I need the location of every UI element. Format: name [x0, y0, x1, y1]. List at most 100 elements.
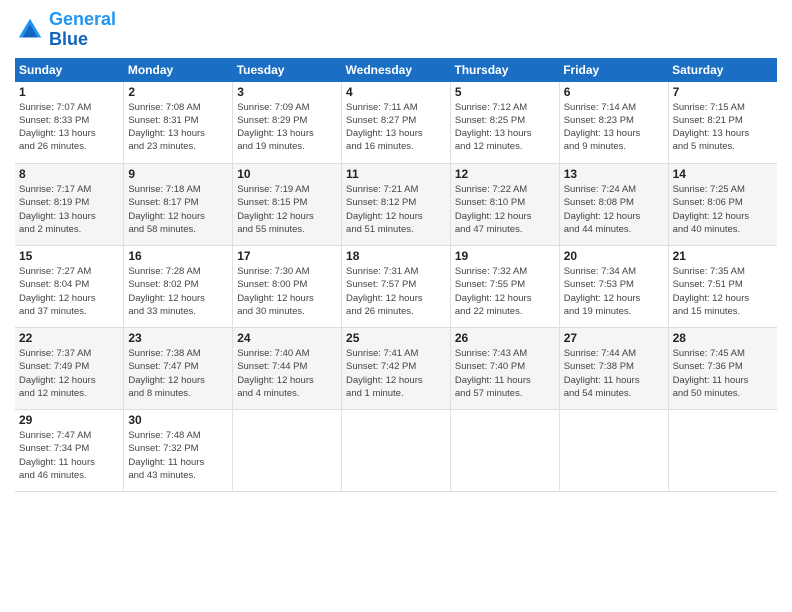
day-info: Sunrise: 7:25 AM Sunset: 8:06 PM Dayligh…	[673, 183, 773, 236]
day-cell: 13 Sunrise: 7:24 AM Sunset: 8:08 PM Dayli…	[559, 164, 668, 246]
day-number: 13	[564, 167, 664, 181]
day-cell: 3Sunrise: 7:09 AM Sunset: 8:29 PM Daylig…	[233, 82, 342, 164]
day-number: 27	[564, 331, 664, 345]
calendar-table: SundayMondayTuesdayWednesdayThursdayFrid…	[15, 58, 777, 493]
page-header: General Blue	[15, 10, 777, 50]
day-cell: 27 Sunrise: 7:44 AM Sunset: 7:38 PM Dayli…	[559, 328, 668, 410]
day-info: Sunrise: 7:35 AM Sunset: 7:51 PM Dayligh…	[673, 265, 773, 318]
day-info: Sunrise: 7:30 AM Sunset: 8:00 PM Dayligh…	[237, 265, 337, 318]
day-cell: 18 Sunrise: 7:31 AM Sunset: 7:57 PM Dayli…	[342, 246, 451, 328]
day-cell: 24 Sunrise: 7:40 AM Sunset: 7:44 PM Dayli…	[233, 328, 342, 410]
week-row-1: 1 Sunrise: 7:07 AM Sunset: 8:33 PM Daylig…	[15, 82, 777, 164]
day-cell	[559, 410, 668, 492]
day-number: 22	[19, 331, 119, 345]
day-info: Sunrise: 7:21 AM Sunset: 8:12 PM Dayligh…	[346, 183, 446, 236]
day-number: 17	[237, 249, 337, 263]
weekday-header-row: SundayMondayTuesdayWednesdayThursdayFrid…	[15, 58, 777, 82]
day-number: 18	[346, 249, 446, 263]
day-number: 24	[237, 331, 337, 345]
day-info: Sunrise: 7:43 AM Sunset: 7:40 PM Dayligh…	[455, 347, 555, 400]
day-info: Sunrise: 7:28 AM Sunset: 8:02 PM Dayligh…	[128, 265, 228, 318]
day-cell	[668, 410, 777, 492]
day-info: Sunrise: 7:07 AM Sunset: 8:33 PM Dayligh…	[19, 101, 119, 154]
day-number: 12	[455, 167, 555, 181]
day-info: Sunrise: 7:22 AM Sunset: 8:10 PM Dayligh…	[455, 183, 555, 236]
day-number: 8	[19, 167, 119, 181]
week-row-2: 8Sunrise: 7:17 AM Sunset: 8:19 PM Daylig…	[15, 164, 777, 246]
day-info: Sunrise: 7:18 AM Sunset: 8:17 PM Dayligh…	[128, 183, 228, 236]
day-cell: 5Sunrise: 7:12 AM Sunset: 8:25 PM Daylig…	[450, 82, 559, 164]
day-number: 9	[128, 167, 228, 181]
day-info: Sunrise: 7:41 AM Sunset: 7:42 PM Dayligh…	[346, 347, 446, 400]
day-info: Sunrise: 7:32 AM Sunset: 7:55 PM Dayligh…	[455, 265, 555, 318]
day-number: 14	[673, 167, 773, 181]
day-number: 15	[19, 249, 119, 263]
day-number: 2	[128, 85, 228, 99]
day-cell	[233, 410, 342, 492]
day-cell: 17 Sunrise: 7:30 AM Sunset: 8:00 PM Dayli…	[233, 246, 342, 328]
day-info: Sunrise: 7:45 AM Sunset: 7:36 PM Dayligh…	[673, 347, 773, 400]
day-number: 21	[673, 249, 773, 263]
day-number: 26	[455, 331, 555, 345]
day-cell: 10 Sunrise: 7:19 AM Sunset: 8:15 PM Dayli…	[233, 164, 342, 246]
day-cell: 22 Sunrise: 7:37 AM Sunset: 7:49 PM Dayli…	[15, 328, 124, 410]
day-cell: 12 Sunrise: 7:22 AM Sunset: 8:10 PM Dayli…	[450, 164, 559, 246]
page-container: General Blue SundayMondayTuesdayWednesda…	[0, 0, 792, 502]
day-cell: 14 Sunrise: 7:25 AM Sunset: 8:06 PM Dayli…	[668, 164, 777, 246]
day-info: Sunrise: 7:34 AM Sunset: 7:53 PM Dayligh…	[564, 265, 664, 318]
day-number: 10	[237, 167, 337, 181]
logo-icon	[15, 15, 45, 45]
day-info: Sunrise: 7:37 AM Sunset: 7:49 PM Dayligh…	[19, 347, 119, 400]
logo: General Blue	[15, 10, 116, 50]
day-cell: 30 Sunrise: 7:48 AM Sunset: 7:32 PM Dayli…	[124, 410, 233, 492]
day-number: 25	[346, 331, 446, 345]
day-info: Sunrise: 7:11 AM Sunset: 8:27 PM Dayligh…	[346, 101, 446, 154]
week-row-3: 15 Sunrise: 7:27 AM Sunset: 8:04 PM Dayli…	[15, 246, 777, 328]
day-cell: 4 Sunrise: 7:11 AM Sunset: 8:27 PM Daylig…	[342, 82, 451, 164]
day-info: Sunrise: 7:14 AM Sunset: 8:23 PM Dayligh…	[564, 101, 664, 154]
day-number: 30	[128, 413, 228, 427]
day-number: 28	[673, 331, 773, 345]
weekday-header-saturday: Saturday	[668, 58, 777, 82]
day-info: Sunrise: 7:44 AM Sunset: 7:38 PM Dayligh…	[564, 347, 664, 400]
week-row-4: 22 Sunrise: 7:37 AM Sunset: 7:49 PM Dayli…	[15, 328, 777, 410]
day-cell: 7Sunrise: 7:15 AM Sunset: 8:21 PM Daylig…	[668, 82, 777, 164]
logo-text: General Blue	[49, 10, 116, 50]
day-info: Sunrise: 7:24 AM Sunset: 8:08 PM Dayligh…	[564, 183, 664, 236]
day-cell: 2Sunrise: 7:08 AM Sunset: 8:31 PM Daylig…	[124, 82, 233, 164]
day-info: Sunrise: 7:47 AM Sunset: 7:34 PM Dayligh…	[19, 429, 119, 482]
day-number: 4	[346, 85, 446, 99]
day-cell: 11Sunrise: 7:21 AM Sunset: 8:12 PM Dayli…	[342, 164, 451, 246]
day-cell: 28 Sunrise: 7:45 AM Sunset: 7:36 PM Dayli…	[668, 328, 777, 410]
day-info: Sunrise: 7:15 AM Sunset: 8:21 PM Dayligh…	[673, 101, 773, 154]
day-number: 5	[455, 85, 555, 99]
day-cell: 29 Sunrise: 7:47 AM Sunset: 7:34 PM Dayli…	[15, 410, 124, 492]
day-info: Sunrise: 7:27 AM Sunset: 8:04 PM Dayligh…	[19, 265, 119, 318]
day-info: Sunrise: 7:09 AM Sunset: 8:29 PM Dayligh…	[237, 101, 337, 154]
day-number: 29	[19, 413, 119, 427]
day-cell: 19 Sunrise: 7:32 AM Sunset: 7:55 PM Dayli…	[450, 246, 559, 328]
day-number: 19	[455, 249, 555, 263]
day-number: 6	[564, 85, 664, 99]
day-number: 16	[128, 249, 228, 263]
weekday-header-monday: Monday	[124, 58, 233, 82]
day-cell: 23Sunrise: 7:38 AM Sunset: 7:47 PM Dayli…	[124, 328, 233, 410]
day-cell: 20 Sunrise: 7:34 AM Sunset: 7:53 PM Dayli…	[559, 246, 668, 328]
day-info: Sunrise: 7:40 AM Sunset: 7:44 PM Dayligh…	[237, 347, 337, 400]
day-number: 20	[564, 249, 664, 263]
day-cell: 1 Sunrise: 7:07 AM Sunset: 8:33 PM Daylig…	[15, 82, 124, 164]
day-info: Sunrise: 7:38 AM Sunset: 7:47 PM Dayligh…	[128, 347, 228, 400]
weekday-header-wednesday: Wednesday	[342, 58, 451, 82]
day-info: Sunrise: 7:31 AM Sunset: 7:57 PM Dayligh…	[346, 265, 446, 318]
day-info: Sunrise: 7:48 AM Sunset: 7:32 PM Dayligh…	[128, 429, 228, 482]
day-cell: 26 Sunrise: 7:43 AM Sunset: 7:40 PM Dayli…	[450, 328, 559, 410]
week-row-5: 29 Sunrise: 7:47 AM Sunset: 7:34 PM Dayli…	[15, 410, 777, 492]
weekday-header-thursday: Thursday	[450, 58, 559, 82]
weekday-header-tuesday: Tuesday	[233, 58, 342, 82]
day-cell	[342, 410, 451, 492]
day-cell: 21 Sunrise: 7:35 AM Sunset: 7:51 PM Dayli…	[668, 246, 777, 328]
day-cell: 8Sunrise: 7:17 AM Sunset: 8:19 PM Daylig…	[15, 164, 124, 246]
day-number: 1	[19, 85, 119, 99]
day-info: Sunrise: 7:19 AM Sunset: 8:15 PM Dayligh…	[237, 183, 337, 236]
day-cell: 6 Sunrise: 7:14 AM Sunset: 8:23 PM Daylig…	[559, 82, 668, 164]
